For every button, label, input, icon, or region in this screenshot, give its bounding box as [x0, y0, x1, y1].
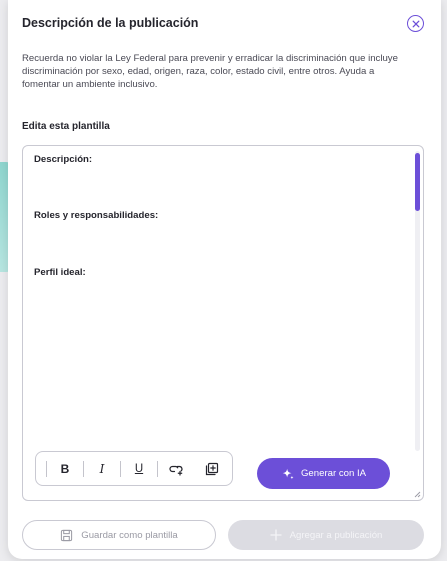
field-description-heading: Descripción:	[34, 154, 93, 165]
add-box-icon[interactable]	[194, 457, 230, 481]
link-glyph	[169, 465, 183, 476]
close-icon[interactable]	[407, 15, 424, 32]
editor-scrollbar-thumb[interactable]	[415, 153, 420, 211]
formatting-toolbar: B I U	[35, 451, 233, 486]
generate-with-ai-button[interactable]: Generar con IA	[257, 458, 390, 489]
link-icon[interactable]	[158, 457, 194, 481]
field-roles-heading: Roles y responsabilidades:	[34, 210, 159, 221]
template-editor[interactable]: Descripción: Roles y responsabilidades: …	[22, 145, 424, 501]
save-as-template-label: Guardar como plantilla	[81, 529, 178, 541]
plus-icon	[269, 529, 282, 541]
generate-with-ai-label: Generar con IA	[300, 468, 367, 479]
editor-scrollbar[interactable]	[415, 151, 420, 451]
field-profile-heading: Perfil ideal:	[34, 267, 86, 278]
add-to-publication-button[interactable]: Agregar a publicación	[228, 520, 424, 550]
underline-button[interactable]: U	[121, 457, 157, 481]
modal-title: Descripción de la publicación	[22, 16, 199, 30]
add-box-glyph	[205, 462, 219, 475]
resize-grip-icon[interactable]	[414, 491, 421, 498]
italic-button[interactable]: I	[84, 457, 120, 481]
modal-header: Descripción de la publicación	[22, 14, 427, 34]
edit-template-label: Edita esta plantilla	[22, 121, 110, 132]
add-to-publication-label: Agregar a publicación	[289, 529, 383, 541]
sparkle-icon	[282, 468, 294, 479]
bold-button[interactable]: B	[47, 457, 83, 481]
save-as-template-button[interactable]: Guardar como plantilla	[22, 520, 216, 550]
close-x-glyph	[412, 20, 419, 27]
save-icon	[61, 529, 73, 541]
publication-description-modal: Descripción de la publicación Recuerda n…	[8, 0, 441, 559]
discrimination-notice: Recuerda no violar la Ley Federal para p…	[22, 53, 398, 90]
